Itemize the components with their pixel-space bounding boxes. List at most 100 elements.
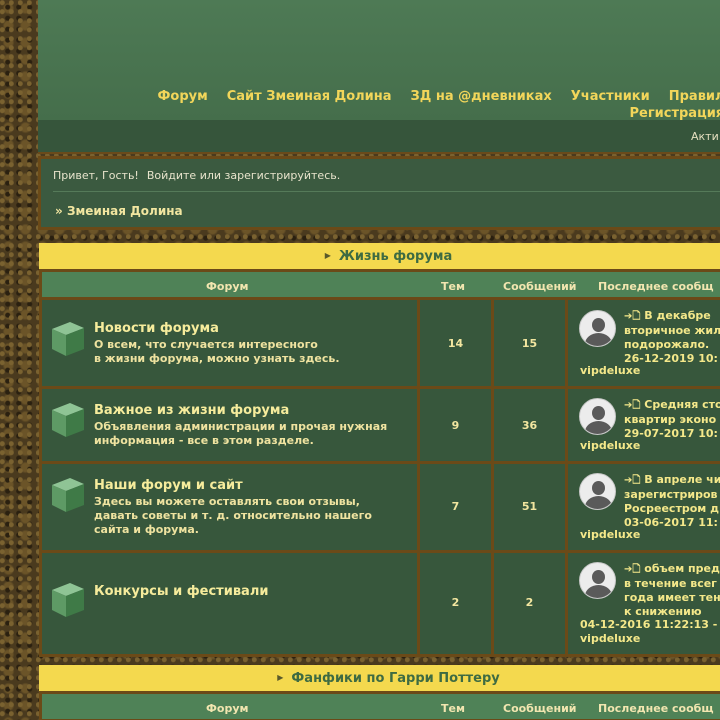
last-post-line: В апреле чи	[644, 473, 720, 486]
last-post-cell: ➔🗋 В декабре вторичное жил подорожало. 2…	[568, 300, 720, 386]
forum-cell: Важное из жизни форума Объявления админи…	[42, 389, 417, 461]
col-topics: Тем	[441, 702, 465, 715]
nav-rules[interactable]: Правила	[659, 88, 720, 105]
category-title: Фанфики по Гарри Поттеру	[291, 671, 500, 686]
active-users-link[interactable]: Акти	[691, 130, 719, 143]
topics-count: 2	[451, 596, 460, 609]
forum-table: Форум Тем Сообщений Последнее сообщ Ново…	[39, 269, 720, 657]
forum-desc-line: информация - все в этом разделе.	[94, 434, 314, 447]
sub-bar: Акти	[38, 120, 720, 154]
col-forum: Форум	[206, 702, 249, 715]
last-post-line: В декабре	[644, 309, 711, 322]
breadcrumb-home[interactable]: Змеиная Долина	[67, 204, 183, 218]
triangle-right-icon: ▶	[277, 673, 284, 682]
forum-cell: Наши форум и сайт Здесь вы можете оставл…	[42, 464, 417, 550]
greeting-panel: Привет, Гость! Войдите или зарегистрируйт…	[38, 156, 720, 230]
breadcrumb: » Змеиная Долина	[55, 204, 183, 218]
posts-count: 36	[521, 419, 538, 432]
forum-desc-line: в жизни форума, можно узнать здесь.	[94, 352, 340, 365]
go-to-post-icon: ➔🗋	[624, 311, 641, 322]
posts-count: 15	[521, 337, 538, 350]
last-post-line: подорожало.	[624, 338, 710, 351]
go-to-post-icon: ➔🗋	[624, 475, 641, 486]
forum-cube-icon	[52, 322, 84, 356]
last-post-line: квартир эконо	[624, 413, 717, 426]
category-header[interactable]: ▶ Фанфики по Гарри Поттеру	[39, 665, 720, 691]
posts-cell: 2	[494, 553, 565, 654]
last-post-cell: ➔🗋 В апреле чи зарегистриров Росреестром…	[568, 464, 720, 550]
greeting-divider	[53, 191, 720, 192]
forum-cube-icon	[52, 583, 84, 617]
nav-forum[interactable]: Форум	[148, 88, 217, 105]
last-post-line: Росреестром д	[624, 502, 719, 515]
nav-members[interactable]: Участники	[561, 88, 659, 105]
avatar[interactable]	[579, 473, 616, 510]
table-row: Конкурсы и фестивали 2 2 ➔🗋 объем пред в…	[39, 553, 720, 654]
topics-cell: 14	[420, 300, 491, 386]
forum-title-link[interactable]: Конкурсы и фестивали	[94, 584, 268, 599]
category-header[interactable]: ▶ Жизнь форума	[39, 243, 720, 269]
last-post-cell: ➔🗋 объем пред в течение всег года имеет …	[568, 553, 720, 654]
forum-desc-line: О всем, что случается интересного	[94, 338, 318, 351]
avatar[interactable]	[579, 562, 616, 599]
last-post-link[interactable]: ➔🗋 В декабре вторичное жил подорожало. 2…	[624, 309, 720, 366]
triangle-right-icon: ▶	[324, 251, 331, 260]
last-post-link[interactable]: ➔🗋 Средняя сто квартир эконо 29-07-2017 …	[624, 398, 720, 441]
forum-page: Форум Сайт Змеиная Долина ЗД на @дневник…	[38, 0, 720, 720]
forum-desc-line: сайта и форума.	[94, 523, 199, 536]
avatar[interactable]	[579, 398, 616, 435]
col-last-post: Последнее сообщ	[598, 280, 714, 293]
forum-table: Форум Тем Сообщений Последнее сообщ	[39, 691, 720, 720]
posts-cell: 15	[494, 300, 565, 386]
last-post-user[interactable]: vipdeluxe	[580, 528, 640, 541]
last-post-user[interactable]: vipdeluxe	[580, 439, 640, 452]
table-header: Форум Тем Сообщений Последнее сообщ	[39, 691, 720, 719]
topics-cell: 2	[420, 553, 491, 654]
col-last-post: Последнее сообщ	[598, 702, 714, 715]
forum-desc-line: Здесь вы можете оставлять свои отзывы,	[94, 495, 360, 508]
nav-site[interactable]: Сайт Змеиная Долина	[217, 88, 401, 105]
col-topics: Тем	[441, 280, 465, 293]
topics-cell: 9	[420, 389, 491, 461]
avatar[interactable]	[579, 310, 616, 347]
greeting-line: Привет, Гость! Войдите или зарегистрируйт…	[53, 169, 340, 182]
category-title: Жизнь форума	[338, 249, 453, 264]
nav-diary[interactable]: ЗД на @дневниках	[401, 88, 561, 105]
forum-description: О всем, что случается интересного в жизн…	[94, 338, 414, 366]
last-post-line: к снижению	[624, 605, 702, 618]
forum-title-link[interactable]: Наши форум и сайт	[94, 478, 243, 493]
login-register-link[interactable]: Войдите или зарегистрируйтесь.	[147, 169, 340, 182]
forum-title-link[interactable]: Новости форума	[94, 321, 219, 336]
table-row: Наши форум и сайт Здесь вы можете оставл…	[39, 464, 720, 550]
last-post-user[interactable]: vipdeluxe	[580, 364, 640, 377]
go-to-post-icon: ➔🗋	[624, 400, 641, 411]
forum-title-link[interactable]: Важное из жизни форума	[94, 403, 289, 418]
last-post-link[interactable]: ➔🗋 объем пред в течение всег года имеет …	[624, 562, 720, 619]
last-post-date: 04-12-2016 11:22:13 -	[580, 618, 718, 631]
forum-description: Здесь вы можете оставлять свои отзывы, д…	[94, 495, 414, 537]
table-row: Важное из жизни форума Объявления админи…	[39, 389, 720, 461]
topics-cell: 7	[420, 464, 491, 550]
table-row: Новости форума О всем, что случается инт…	[39, 300, 720, 386]
forum-description: Объявления администрации и прочая нужная…	[94, 420, 414, 448]
forum-desc-line: давать советы и т. д. относительно нашег…	[94, 509, 372, 522]
topics-count: 7	[451, 500, 460, 513]
topics-count: 9	[451, 419, 460, 432]
last-post-link[interactable]: ➔🗋 В апреле чи зарегистриров Росреестром…	[624, 473, 720, 530]
forum-cube-icon	[52, 478, 84, 512]
last-post-line: зарегистриров	[624, 488, 718, 501]
last-post-user[interactable]: vipdeluxe	[580, 632, 640, 645]
breadcrumb-separator: »	[55, 204, 63, 218]
last-post-cell: ➔🗋 Средняя сто квартир эконо 29-07-2017 …	[568, 389, 720, 461]
last-post-line: вторичное жил	[624, 324, 720, 337]
main-nav: Форум Сайт Змеиная Долина ЗД на @дневник…	[148, 88, 720, 122]
table-header: Форум Тем Сообщений Последнее сообщ	[39, 269, 720, 297]
greeting-text: Привет, Гость!	[53, 169, 139, 182]
posts-cell: 51	[494, 464, 565, 550]
go-to-post-icon: ➔🗋	[624, 564, 641, 575]
col-posts: Сообщений	[503, 280, 577, 293]
last-post-line: объем пред	[644, 562, 720, 575]
col-posts: Сообщений	[503, 702, 577, 715]
posts-count: 2	[525, 596, 534, 609]
last-post-line: в течение всег	[624, 577, 717, 590]
